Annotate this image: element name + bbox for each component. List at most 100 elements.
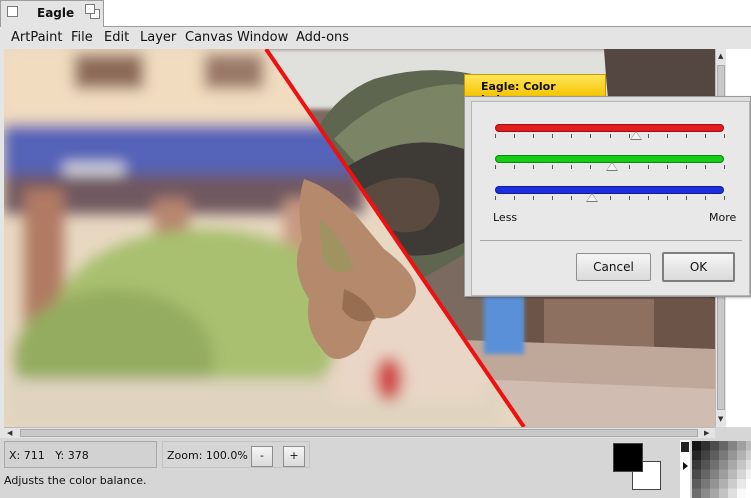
slider-tick xyxy=(686,165,687,169)
menu-file[interactable]: File xyxy=(71,30,93,45)
color-balance-dialog: Less More Cancel OK xyxy=(464,96,751,297)
slider-tick xyxy=(686,134,687,138)
slider-tick xyxy=(514,134,515,138)
palette-swatch[interactable] xyxy=(719,479,728,489)
palette-swatch[interactable] xyxy=(701,488,710,498)
slider-tick xyxy=(552,134,553,138)
horizontal-scroll-thumb[interactable] xyxy=(20,429,698,437)
slider-tick xyxy=(648,165,649,169)
status-hint: Adjusts the color balance. xyxy=(4,474,147,487)
palette-swatch[interactable] xyxy=(737,450,746,461)
scroll-right-icon[interactable]: ▶ xyxy=(704,429,709,437)
slider-tick xyxy=(495,196,496,200)
palette-swatch[interactable] xyxy=(719,488,728,498)
palette-swatch[interactable] xyxy=(701,479,710,489)
palette-swatch[interactable] xyxy=(701,460,710,470)
palette-swatch[interactable] xyxy=(728,460,737,470)
palette-swatch[interactable] xyxy=(746,488,751,498)
slider-tick xyxy=(705,196,706,200)
window-title: Eagle xyxy=(37,6,75,20)
palette-swatch[interactable] xyxy=(692,488,701,498)
title-bar: Eagle xyxy=(0,0,751,27)
palette-swatch[interactable] xyxy=(737,469,746,480)
menu-bar: ArtPaint File Edit Layer Canvas Window A… xyxy=(0,27,751,49)
palette-swatch[interactable] xyxy=(701,469,710,480)
horizontal-scrollbar[interactable]: ◀ ▶ xyxy=(4,427,715,438)
palette-swatch[interactable] xyxy=(728,488,737,498)
palette-swatch[interactable] xyxy=(719,450,728,461)
scroll-left-icon[interactable]: ◀ xyxy=(7,429,12,437)
palette-swatch[interactable] xyxy=(737,479,746,489)
cancel-button[interactable]: Cancel xyxy=(576,253,651,281)
slider-tick xyxy=(571,196,572,200)
palette-swatch[interactable] xyxy=(719,441,728,451)
red-slider-track[interactable] xyxy=(495,124,724,132)
menu-edit[interactable]: Edit xyxy=(104,30,129,45)
zoom-in-button[interactable]: + xyxy=(283,446,305,467)
palette-swatch[interactable] xyxy=(692,469,701,480)
palette-swatch[interactable] xyxy=(746,469,751,480)
palette-swatch[interactable] xyxy=(692,479,701,489)
zoom-level: Zoom: 100.0% xyxy=(167,449,248,462)
slider-tick xyxy=(552,196,553,200)
scroll-up-icon[interactable]: ▲ xyxy=(718,52,723,60)
zoom-out-button[interactable]: - xyxy=(251,446,273,467)
dialog-title-tab[interactable]: Eagle: Color balance xyxy=(464,74,606,106)
color-palette[interactable] xyxy=(680,440,751,498)
menu-layer[interactable]: Layer xyxy=(140,30,176,45)
zoom-box-icon[interactable] xyxy=(85,4,101,20)
red-slider-thumb[interactable] xyxy=(629,131,642,140)
slider-tick xyxy=(571,165,572,169)
foreground-color-swatch[interactable] xyxy=(613,443,643,472)
menu-add-ons[interactable]: Add-ons xyxy=(296,30,349,45)
palette-swatch[interactable] xyxy=(692,450,701,461)
palette-swatch[interactable] xyxy=(728,469,737,480)
palette-swatch[interactable] xyxy=(719,469,728,480)
palette-swatch[interactable] xyxy=(701,450,710,461)
palette-swatch[interactable] xyxy=(746,450,751,461)
palette-swatch[interactable] xyxy=(746,479,751,489)
blue-slider-track[interactable] xyxy=(495,186,724,194)
blue-slider-ticks xyxy=(495,196,725,200)
palette-swatch[interactable] xyxy=(710,450,719,461)
slider-tick xyxy=(590,165,591,169)
menu-artpaint[interactable]: ArtPaint xyxy=(11,30,63,45)
palette-swatch[interactable] xyxy=(728,479,737,489)
palette-swatch[interactable] xyxy=(701,441,710,451)
ok-button[interactable]: OK xyxy=(662,252,735,282)
slider-tick xyxy=(724,134,725,138)
palette-swatch[interactable] xyxy=(692,441,701,451)
palette-swatch[interactable] xyxy=(710,441,719,451)
palette-swatch[interactable] xyxy=(746,441,751,451)
palette-swatch[interactable] xyxy=(728,450,737,461)
slider-tick xyxy=(514,196,515,200)
menu-window[interactable]: Window xyxy=(237,30,288,45)
palette-swatch[interactable] xyxy=(746,460,751,470)
zoom-control: Zoom: 100.0% - + xyxy=(162,441,310,468)
dialog-panel: Less More Cancel OK xyxy=(471,101,750,296)
palette-swatch[interactable] xyxy=(719,460,728,470)
slider-tick xyxy=(495,165,496,169)
palette-swatch[interactable] xyxy=(710,488,719,498)
palette-swatch[interactable] xyxy=(737,460,746,470)
window-tab[interactable]: Eagle xyxy=(0,0,104,27)
palette-swatch[interactable] xyxy=(692,460,701,470)
palette-swatch[interactable] xyxy=(710,469,719,480)
slider-tick xyxy=(590,134,591,138)
palette-swatch[interactable] xyxy=(737,488,746,498)
blue-slider-thumb[interactable] xyxy=(586,193,599,202)
green-slider-thumb[interactable] xyxy=(605,162,618,171)
palette-swatch[interactable] xyxy=(737,441,746,451)
scroll-down-icon[interactable]: ▼ xyxy=(718,415,723,423)
close-box-icon[interactable] xyxy=(7,6,18,17)
x-coordinate: X: 711 xyxy=(9,449,45,462)
menu-canvas[interactable]: Canvas xyxy=(185,30,233,45)
palette-swatch[interactable] xyxy=(710,460,719,470)
slider-tick xyxy=(629,165,630,169)
palette-swatch[interactable] xyxy=(728,441,737,451)
y-coordinate: Y: 378 xyxy=(55,449,89,462)
palette-swatch[interactable] xyxy=(710,479,719,489)
slider-tick xyxy=(495,134,496,138)
less-label: Less xyxy=(493,211,518,224)
palette-scroll-up-icon xyxy=(681,442,689,452)
